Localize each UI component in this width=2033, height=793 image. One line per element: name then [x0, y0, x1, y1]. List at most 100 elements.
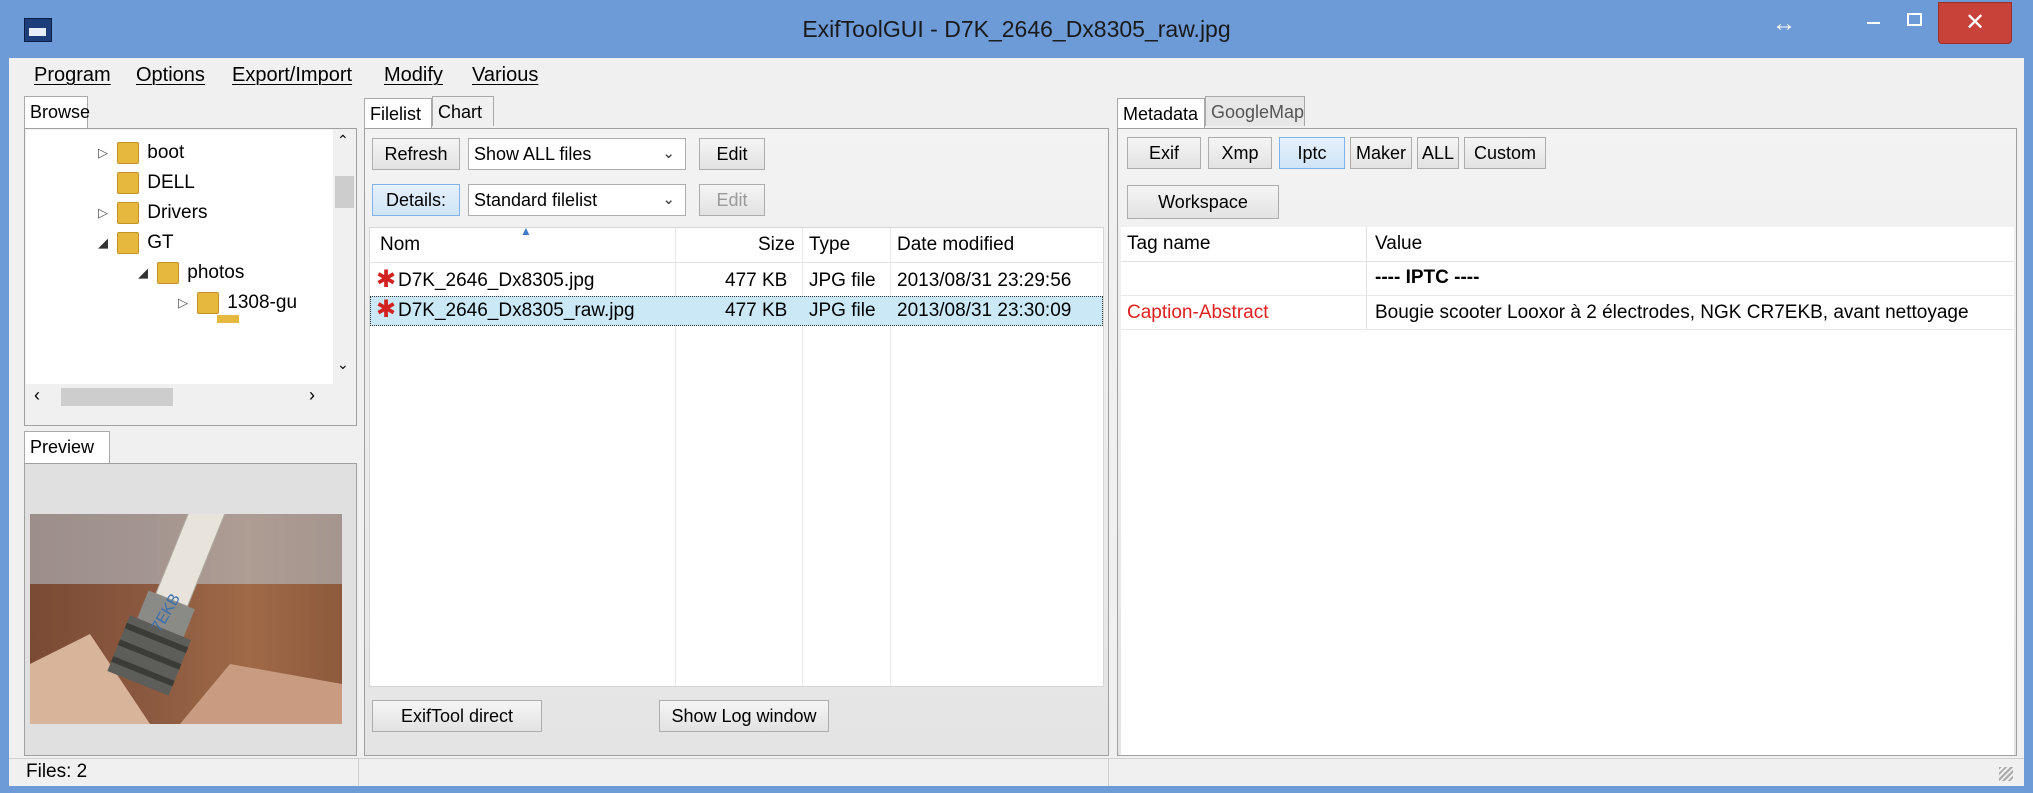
scroll-down-icon[interactable]: ⌄: [337, 356, 349, 373]
folder-tree[interactable]: ▷ boot DELL ▷ Drivers ◢ GT ◢ photos ▷ 13…: [26, 130, 333, 384]
preview-panel: Preview 7EKB: [24, 431, 359, 756]
details-button[interactable]: Details:: [372, 184, 460, 216]
metadata-frame: Exif Xmp Iptc Maker ALL Custom Workspace…: [1117, 128, 2017, 756]
client-area: Program Options Export/Import Modify Var…: [9, 58, 2024, 786]
column-size[interactable]: Size: [758, 228, 795, 262]
menu-bar: Program Options Export/Import Modify Var…: [9, 58, 2024, 88]
column-type[interactable]: Type: [809, 228, 850, 262]
tree-item-label: DELL: [147, 172, 195, 193]
tag-name: Caption-Abstract: [1127, 302, 1269, 323]
metadata-grid[interactable]: Tag name Value ---- IPTC ---- Caption-Ab…: [1121, 227, 2014, 755]
scroll-left-icon[interactable]: ‹: [34, 385, 40, 406]
table-row-selected[interactable]: ✱ D7K_2646_Dx8305_raw.jpg 477 KB JPG fil…: [370, 296, 1103, 326]
tree-item-label: GT: [147, 232, 174, 254]
show-log-button[interactable]: Show Log window: [659, 700, 829, 732]
scroll-thumb[interactable]: [61, 388, 173, 406]
tab-metadata[interactable]: Metadata: [1117, 98, 1205, 130]
jpg-file-icon: ✱: [376, 296, 397, 323]
column-name[interactable]: Nom: [380, 228, 420, 262]
exif-button[interactable]: Exif: [1127, 137, 1201, 169]
tree-item-dell[interactable]: DELL: [98, 168, 195, 198]
file-list[interactable]: ▲ Nom Size Type Date modified ✱ D7K_2646…: [369, 224, 1104, 687]
folder-tree-frame: ▷ boot DELL ▷ Drivers ◢ GT ◢ photos ▷ 13…: [24, 128, 357, 426]
custom-button[interactable]: Custom: [1464, 137, 1546, 169]
status-divider: [358, 759, 359, 786]
menu-export-import[interactable]: Export/Import: [232, 64, 352, 87]
file-date: 2013/08/31 23:30:09: [897, 300, 1072, 321]
chevron-down-icon: ⌄: [662, 145, 675, 162]
scroll-up-icon[interactable]: ⌃: [337, 132, 349, 149]
tab-chart[interactable]: Chart: [432, 96, 494, 126]
close-button[interactable]: ✕: [1938, 2, 2012, 44]
menu-various[interactable]: Various: [472, 64, 538, 87]
exiftool-direct-button[interactable]: ExifTool direct: [372, 700, 542, 732]
scroll-thumb[interactable]: [335, 176, 354, 208]
status-bar: Files: 2: [9, 758, 2024, 786]
workspace-button[interactable]: Workspace: [1127, 185, 1279, 219]
show-files-select[interactable]: Show ALL files ⌄: [468, 138, 686, 170]
resize-icon[interactable]: ↔: [1772, 10, 1796, 38]
tree-hscrollbar[interactable]: ‹ ›: [26, 385, 333, 409]
maker-button[interactable]: Maker: [1350, 137, 1412, 169]
maximize-button[interactable]: [1896, 4, 1932, 34]
tree-item-label: boot: [147, 142, 185, 164]
filelist-view-select[interactable]: Standard filelist ⌄: [468, 184, 686, 216]
resize-grip-icon[interactable]: [1999, 767, 2013, 781]
folder-icon: [197, 292, 220, 314]
tree-item-drivers[interactable]: ▷ Drivers: [98, 198, 207, 228]
sort-ascending-icon: ▲: [520, 224, 532, 238]
table-row[interactable]: ✱ D7K_2646_Dx8305.jpg 477 KB JPG file 20…: [370, 266, 1103, 296]
all-button[interactable]: ALL: [1417, 137, 1459, 169]
status-divider: [1108, 759, 1109, 786]
tag-value: Bougie scooter Looxor à 2 électrodes, NG…: [1375, 302, 1969, 323]
tree-item-label: photos: [187, 262, 245, 284]
folder-icon: [117, 202, 140, 224]
metadata-panel: Metadata GoogleMap Exif Xmp Iptc Maker A…: [1112, 96, 2017, 756]
column-value[interactable]: Value: [1375, 227, 1422, 261]
tree-item-photos[interactable]: ◢ photos: [138, 258, 244, 288]
title-bar[interactable]: ExifToolGUI - D7K_2646_Dx8305_raw.jpg ↔ …: [0, 0, 2033, 58]
folder-icon: [157, 262, 180, 284]
tab-preview[interactable]: Preview: [24, 431, 110, 463]
table-row[interactable]: Caption-Abstract Bougie scooter Looxor à…: [1121, 295, 2014, 330]
section-label: ---- IPTC ----: [1375, 267, 1480, 288]
expand-icon[interactable]: ▷: [178, 288, 192, 318]
edit-filter-button[interactable]: Edit: [699, 138, 765, 170]
file-type: JPG file: [809, 300, 876, 321]
folder-icon: [117, 232, 140, 254]
file-name: D7K_2646_Dx8305.jpg: [398, 270, 595, 291]
file-date: 2013/08/31 23:29:56: [897, 270, 1072, 291]
column-tag-name[interactable]: Tag name: [1127, 227, 1210, 261]
refresh-button[interactable]: Refresh: [372, 138, 460, 170]
tab-filelist[interactable]: Filelist: [364, 98, 432, 130]
collapse-icon[interactable]: ◢: [98, 228, 112, 258]
tree-item-gt[interactable]: ◢ GT: [98, 228, 174, 258]
filelist-frame: Refresh Show ALL files ⌄ Edit Details: St…: [364, 128, 1109, 756]
column-date[interactable]: Date modified: [897, 228, 1014, 262]
jpg-file-icon: ✱: [376, 266, 397, 293]
browse-panel: Browse ▷ boot DELL ▷ Drivers ◢ GT ◢ phot…: [24, 96, 359, 426]
status-file-count: Files: 2: [26, 761, 88, 782]
expand-icon[interactable]: ▷: [98, 138, 112, 168]
tree-vscrollbar[interactable]: ⌃ ⌄: [333, 130, 356, 384]
expand-icon[interactable]: ▷: [98, 198, 112, 228]
preview-image: 7EKB: [30, 514, 342, 724]
tree-item-boot[interactable]: ▷ boot: [98, 138, 184, 168]
edit-view-button[interactable]: Edit: [699, 184, 765, 216]
menu-program[interactable]: Program: [34, 64, 111, 87]
scroll-right-icon[interactable]: ›: [309, 385, 315, 406]
file-type: JPG file: [809, 270, 876, 291]
select-value: Standard filelist: [474, 190, 598, 210]
select-value: Show ALL files: [474, 144, 592, 164]
spark-plug-photo: 7EKB: [30, 514, 342, 724]
collapse-icon[interactable]: ◢: [138, 258, 152, 288]
menu-modify[interactable]: Modify: [384, 64, 443, 87]
tab-googlemap[interactable]: GoogleMap: [1205, 96, 1305, 126]
tab-browse[interactable]: Browse: [24, 96, 90, 128]
folder-icon: [117, 142, 140, 164]
xmp-button[interactable]: Xmp: [1208, 137, 1272, 169]
tree-item-1308[interactable]: ▷ 1308-gu: [178, 288, 297, 318]
menu-options[interactable]: Options: [136, 64, 205, 87]
minimize-button[interactable]: [1855, 4, 1891, 34]
iptc-button[interactable]: Iptc: [1279, 137, 1345, 169]
